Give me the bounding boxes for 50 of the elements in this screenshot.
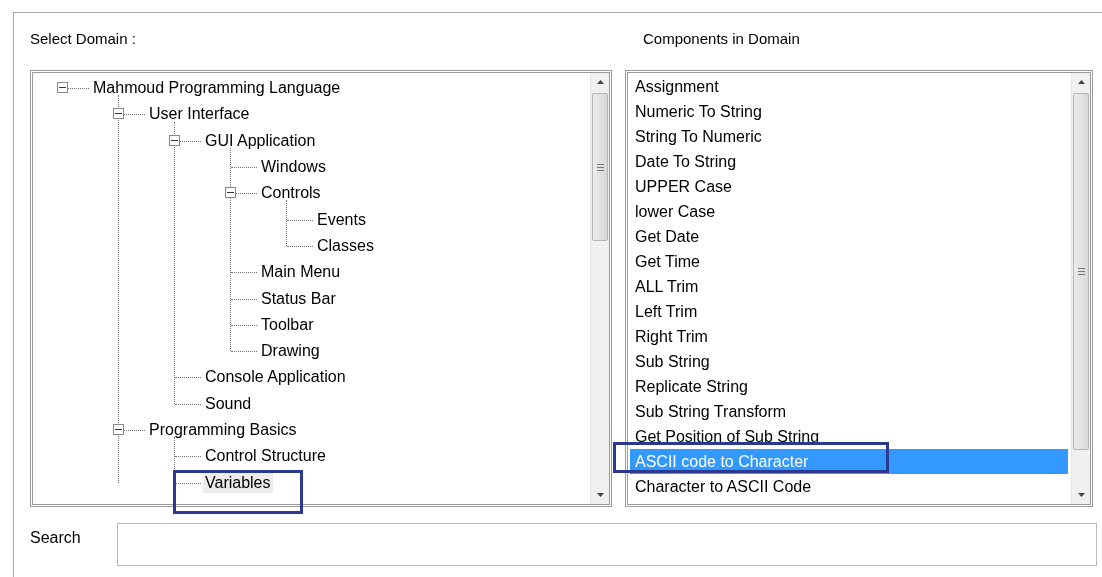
list-item[interactable]: Sub String Transform bbox=[630, 399, 1068, 424]
tree-item[interactable]: Variables bbox=[203, 472, 273, 493]
tree-item[interactable]: Control Structure bbox=[203, 446, 328, 467]
list-item[interactable]: Date To String bbox=[630, 149, 1068, 174]
tree-item[interactable]: Main Menu bbox=[259, 262, 343, 283]
list-item[interactable]: lower Case bbox=[630, 199, 1068, 224]
tree-item[interactable]: Status Bar bbox=[259, 288, 338, 309]
collapse-toggle[interactable] bbox=[169, 134, 180, 146]
tree-item[interactable]: Classes bbox=[315, 235, 376, 256]
section-label: Select Domain : bbox=[30, 30, 136, 47]
tree-item[interactable]: Programming Basics bbox=[147, 420, 299, 440]
tree-item[interactable]: Sound bbox=[203, 393, 254, 414]
collapse-toggle[interactable] bbox=[57, 82, 68, 94]
tree-item[interactable]: Events bbox=[315, 209, 368, 230]
list-item[interactable]: Left Trim bbox=[630, 299, 1068, 324]
tree-item[interactable]: Controls bbox=[259, 183, 323, 204]
collapse-toggle[interactable] bbox=[113, 108, 124, 120]
list-item[interactable]: UPPER Case bbox=[630, 174, 1068, 199]
tree-item[interactable]: Console Application bbox=[203, 367, 348, 388]
list-item[interactable]: Assignment bbox=[630, 74, 1068, 99]
list-item[interactable]: Character to ASCII Code bbox=[630, 474, 1068, 499]
list-item[interactable]: Get Time bbox=[630, 249, 1068, 274]
scrollbar[interactable] bbox=[590, 73, 609, 504]
list-item[interactable]: String To Numeric bbox=[630, 124, 1068, 149]
up-arrow-icon bbox=[596, 80, 604, 84]
grip-icon bbox=[1077, 268, 1085, 275]
tree-item[interactable]: Drawing bbox=[259, 341, 322, 362]
list-item[interactable]: Replicate String bbox=[630, 374, 1068, 399]
tree-item[interactable]: GUI Application bbox=[203, 130, 318, 151]
scrollbar[interactable] bbox=[1071, 73, 1090, 504]
collapse-toggle[interactable] bbox=[113, 424, 124, 435]
section-label: Components in Domain bbox=[643, 30, 800, 47]
up-arrow-icon bbox=[1077, 80, 1085, 84]
list-item[interactable]: ALL Trim bbox=[630, 274, 1068, 299]
tree-item[interactable]: Mahmoud Programming Language bbox=[91, 78, 343, 99]
grip-icon bbox=[596, 163, 604, 171]
tree-item[interactable]: Toolbar bbox=[259, 314, 316, 335]
down-arrow-icon bbox=[1077, 493, 1085, 497]
list-item[interactable]: Get Date bbox=[630, 224, 1068, 249]
scroll-thumb[interactable] bbox=[1073, 93, 1089, 450]
list-item[interactable]: Numeric To String bbox=[630, 99, 1068, 124]
search-label: Search bbox=[30, 529, 82, 547]
list-item[interactable]: Sub String bbox=[630, 349, 1068, 374]
tree-item[interactable]: User Interface bbox=[147, 104, 252, 125]
list-item[interactable]: Right Trim bbox=[630, 324, 1068, 349]
scroll-thumb[interactable] bbox=[592, 93, 608, 241]
tree-item[interactable]: Windows bbox=[259, 157, 328, 178]
down-arrow-icon bbox=[596, 493, 604, 497]
search-field[interactable] bbox=[117, 523, 1097, 566]
collapse-toggle[interactable] bbox=[225, 187, 236, 199]
